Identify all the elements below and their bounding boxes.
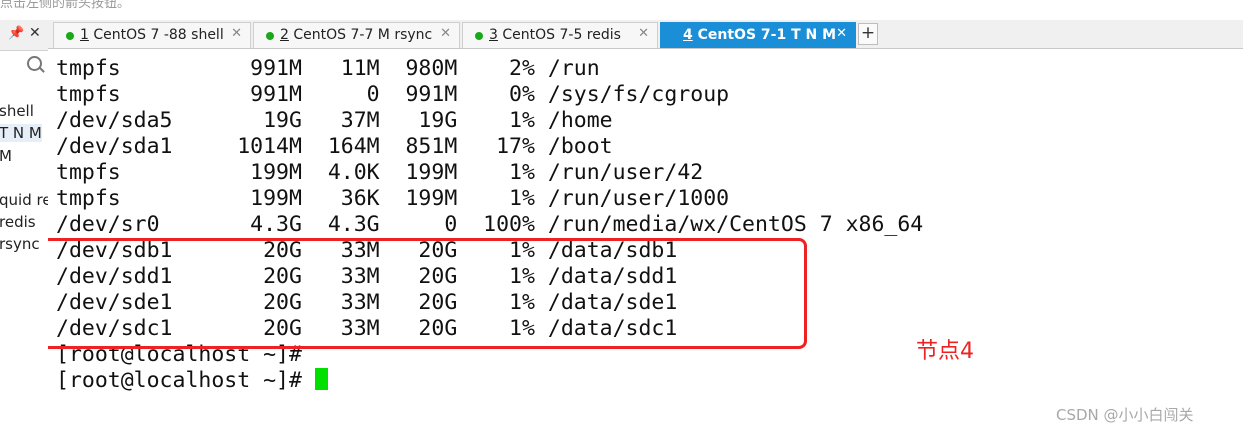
session-item-tnm[interactable]: T N M [0, 124, 42, 142]
status-dot-icon [66, 32, 74, 40]
tab-centos-77-rsync[interactable]: 2 CentOS 7-7 M rsync ✕ [253, 22, 460, 48]
watermark: CSDN @小小白闯关 [1056, 406, 1194, 424]
prompt-text: [root@localhost ~]# [56, 368, 315, 393]
hint-text: 点击左侧的箭头按钮。 [0, 0, 131, 11]
terminal-line: tmpfs 991M 11M 980M 2% /run [56, 56, 600, 81]
tab-close-icon[interactable]: ✕ [836, 26, 847, 41]
tab-centos-71-tnm[interactable]: 4 CentOS 7-1 T N M ✕ [660, 22, 856, 48]
tab-number: 2 [280, 27, 289, 43]
terminal-line: /dev/sda1 1014M 164M 851M 17% /boot [56, 134, 613, 159]
tab-centos-75-redis[interactable]: 3 CentOS 7-5 redis ✕ [462, 22, 658, 48]
highlight-box [48, 238, 807, 349]
prompt-line-active: [root@localhost ~]# [56, 368, 328, 394]
tab-bar: 1 CentOS 7 -88 shell ✕ 2 CentOS 7-7 M rs… [48, 20, 1243, 49]
tab-centos-88-shell[interactable]: 1 CentOS 7 -88 shell ✕ [53, 22, 251, 48]
search-icon[interactable] [27, 56, 42, 71]
tab-label: CentOS 7 -88 shell [88, 27, 224, 43]
terminal-line: /dev/sda5 19G 37M 19G 1% /home [56, 108, 613, 133]
session-item-rsync[interactable]: rsync [0, 235, 40, 253]
close-icon[interactable]: ✕ [29, 25, 41, 41]
session-panel-header: 📌 ✕ [0, 20, 48, 51]
tab-close-icon[interactable]: ✕ [231, 26, 242, 41]
tab-number: 1 [80, 27, 89, 43]
add-tab-button[interactable]: + [858, 23, 878, 45]
session-item-squid[interactable]: quid rec [0, 191, 48, 209]
terminal-cursor [314, 368, 328, 390]
terminal-line: tmpfs 199M 4.0K 199M 1% /run/user/42 [56, 160, 704, 185]
terminal-line: tmpfs 199M 36K 199M 1% /run/user/1000 [56, 186, 730, 211]
tab-label: CentOS 7-7 M rsync [288, 27, 433, 43]
tab-label: CentOS 7-5 redis [497, 27, 621, 43]
hint-bar: 点击左侧的箭头按钮。 [0, 0, 1243, 20]
session-panel: 📌 ✕ shell T N M M quid rec redis rsync [0, 20, 49, 437]
terminal-line: tmpfs 991M 0 991M 0% /sys/fs/cgroup [56, 82, 730, 107]
session-item-redis[interactable]: redis [0, 213, 36, 231]
tab-label: CentOS 7-1 T N M [692, 27, 837, 43]
status-dot-icon [475, 32, 483, 40]
tab-close-icon[interactable]: ✕ [638, 26, 649, 41]
terminal-line: /dev/sr0 4.3G 4.3G 0 100% /run/media/wx/… [56, 212, 924, 237]
tab-number: 3 [489, 27, 498, 43]
tab-close-icon[interactable]: ✕ [440, 26, 451, 41]
status-dot-icon [266, 32, 274, 40]
annotation-label: 节点4 [916, 339, 974, 364]
pin-icon[interactable]: 📌 [8, 26, 24, 41]
tab-number: 4 [683, 27, 693, 43]
session-item-m[interactable]: M [0, 147, 12, 165]
session-item-shell[interactable]: shell [0, 102, 34, 120]
terminal-output[interactable]: tmpfs 991M 11M 980M 2% /run tmpfs 991M 0… [48, 49, 1243, 437]
